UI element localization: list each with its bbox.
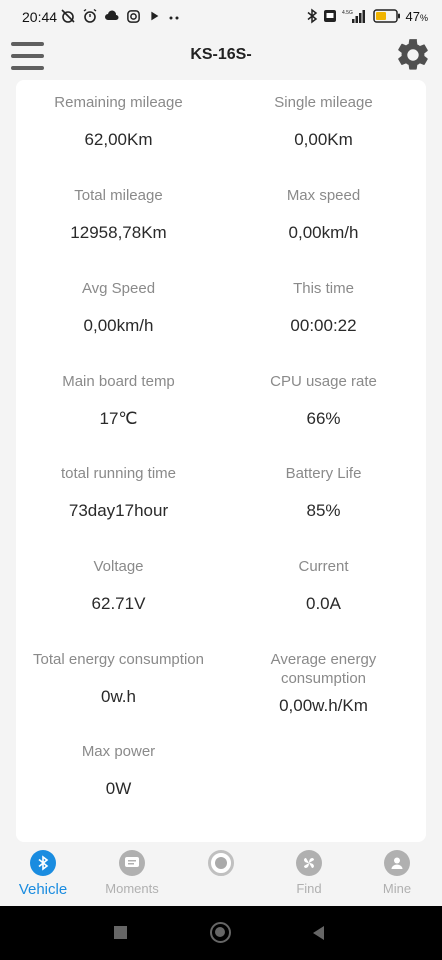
app-bar: KS-16S-: [0, 34, 442, 78]
signal-icon: 4.5G: [342, 10, 365, 23]
chat-icon: [119, 850, 145, 876]
stat-value: 0,00Km: [294, 130, 353, 149]
stat-total-mileage: Total mileage 12958,78Km: [16, 186, 221, 243]
stat-value: 0.0A: [306, 594, 341, 613]
stat-label: Current: [298, 558, 349, 575]
recents-button[interactable]: [114, 926, 127, 939]
record-icon: [208, 850, 234, 876]
stat-value: 0W: [105, 779, 132, 798]
bottom-nav: Vehicle Moments Find Mine: [0, 844, 442, 906]
stat-value: 00:00:22: [290, 316, 357, 335]
alarm-icon: [83, 8, 97, 23]
bluetooth-icon: [30, 850, 56, 876]
stat-label: CPU usage rate: [270, 373, 377, 390]
system-nav-bar: [0, 906, 442, 960]
stat-value: 0w.h: [101, 687, 136, 706]
stat-value: 62,00Km: [84, 130, 153, 149]
battery-percent: 47%: [405, 8, 428, 24]
stat-value: 85%: [306, 501, 341, 520]
stat-value: 0,00km/h: [83, 316, 154, 335]
play-icon: [151, 11, 159, 21]
more-dots-icon: [169, 16, 179, 20]
stat-value: 62.71V: [91, 594, 146, 613]
svg-text:4.5G: 4.5G: [342, 10, 353, 16]
stat-current: Current 0.0A: [221, 557, 426, 614]
nav-label: Vehicle: [18, 881, 68, 898]
stat-avg-speed: Avg Speed 0,00km/h: [16, 279, 221, 336]
battery-icon: [372, 9, 400, 23]
system-icons: 4.5G 47%: [306, 8, 428, 24]
stat-value: 0,00km/h: [288, 223, 359, 242]
notification-icons: [60, 8, 183, 24]
home-button[interactable]: [210, 922, 231, 943]
nav-vehicle[interactable]: Vehicle: [3, 850, 83, 898]
nav-record[interactable]: [181, 850, 261, 876]
stat-label: Single mileage: [274, 94, 373, 111]
stat-value: 73day17hour: [68, 501, 169, 520]
stat-single-mileage: Single mileage 0,00Km: [221, 93, 426, 150]
stat-label: Max speed: [286, 187, 361, 204]
stat-max-speed: Max speed 0,00km/h: [221, 186, 426, 243]
stat-label: total running time: [60, 465, 177, 482]
stat-label: Battery Life: [285, 465, 362, 482]
stat-value: 17℃: [99, 409, 138, 428]
stat-this-time: This time 00:00:22: [221, 279, 426, 336]
nav-find[interactable]: Find: [269, 850, 349, 896]
stat-value: 66%: [306, 409, 341, 428]
gear-icon: [398, 39, 428, 70]
status-bar: 20:44 4.5G 47%: [0, 0, 442, 34]
nav-moments[interactable]: Moments: [92, 850, 172, 896]
stat-label: Remaining mileage: [54, 94, 183, 111]
stat-label: Total mileage: [74, 187, 163, 204]
stat-voltage: Voltage 62.71V: [16, 557, 221, 614]
fan-icon: [296, 850, 322, 876]
stat-max-power: Max power 0W: [16, 742, 221, 799]
stat-label: Max power: [81, 743, 156, 760]
stat-label: Total energy consumption: [33, 651, 204, 668]
stat-cpu-usage: CPU usage rate 66%: [221, 372, 426, 429]
back-button[interactable]: [311, 925, 325, 941]
stat-label: Main board temp: [62, 373, 175, 390]
nav-mine[interactable]: Mine: [357, 850, 437, 896]
cloud-icon: [105, 10, 119, 20]
stat-total-running-time: total running time 73day17hour: [16, 464, 221, 521]
person-icon: [384, 850, 410, 876]
stat-average-energy: Average energy consumption 0,00w.h/Km: [221, 650, 426, 716]
volte-icon: [323, 10, 336, 22]
stat-label: Avg Speed: [81, 280, 156, 297]
stat-value: 0,00w.h/Km: [279, 696, 368, 715]
stat-label-line2: consumption: [280, 670, 367, 687]
stat-label: Voltage: [93, 558, 144, 575]
clock: 20:44: [22, 9, 58, 25]
page-title: KS-16S-: [190, 46, 252, 63]
stat-label: This time: [293, 280, 354, 297]
stat-total-energy: Total energy consumption 0w.h: [16, 650, 221, 707]
stat-main-board-temp: Main board temp 17℃: [16, 372, 221, 429]
nav-label: Find: [296, 881, 322, 896]
stat-value: 12958,78Km: [70, 223, 167, 242]
stats-card: Remaining mileage 62,00Km Single mileage…: [16, 80, 426, 842]
nav-label: Mine: [382, 881, 412, 896]
stat-battery-life: Battery Life 85%: [221, 464, 426, 521]
bluetooth-status-icon: [307, 8, 317, 24]
stat-remaining-mileage: Remaining mileage 62,00Km: [16, 93, 221, 150]
stat-label: Average energy: [270, 651, 377, 668]
alarm-off-icon: [61, 9, 75, 23]
instagram-icon: [127, 9, 140, 23]
nav-label: Moments: [105, 881, 159, 896]
settings-button[interactable]: [394, 36, 432, 74]
